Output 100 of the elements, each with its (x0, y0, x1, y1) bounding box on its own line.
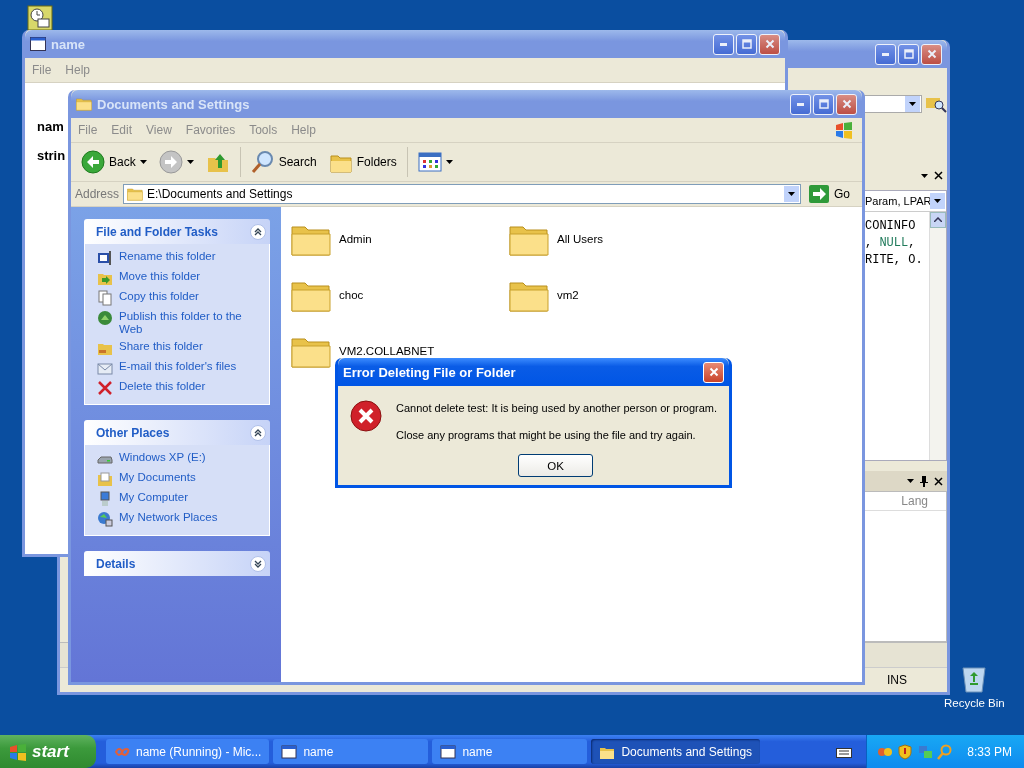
task-link[interactable]: My Documents (119, 471, 196, 484)
shield-icon[interactable] (897, 743, 914, 760)
folder-name[interactable]: All Users (557, 233, 603, 245)
taskbar-button[interactable]: name (432, 739, 588, 764)
caret-icon (139, 160, 147, 164)
menu-item[interactable]: Tools (242, 123, 285, 137)
menu-item[interactable]: File (25, 63, 59, 77)
taskbar-button[interactable]: name (Running) - Mic... (106, 739, 270, 764)
folder-name[interactable]: choc (339, 289, 364, 301)
pages-icon (97, 290, 113, 306)
status-text: INS (887, 673, 907, 687)
minimize-button[interactable] (713, 33, 734, 55)
folder-name[interactable]: VM2.COLLABNET (339, 345, 435, 357)
menu-item[interactable]: File (71, 123, 105, 137)
close-button[interactable] (759, 33, 780, 55)
task-link[interactable]: E-mail this folder's files (119, 360, 237, 373)
pin-icon[interactable] (920, 475, 928, 488)
code-line: , NULL, (865, 234, 917, 252)
code-line: RITE, O. (865, 251, 924, 269)
column-header[interactable]: Lang (901, 494, 928, 509)
window-title: name (51, 36, 86, 52)
keyboard-icon[interactable] (836, 745, 853, 758)
dropdown-button[interactable] (905, 95, 920, 112)
maximize-icon (818, 99, 829, 109)
folder-name[interactable]: vm2 (557, 289, 579, 301)
close-icon (708, 367, 719, 377)
close-icon[interactable] (934, 476, 943, 486)
window-icon (30, 37, 46, 51)
task-link[interactable]: Rename this folder (119, 250, 216, 263)
collapse-chevron-icon[interactable] (250, 424, 266, 441)
task-link[interactable]: Copy this folder (119, 290, 199, 303)
desktop-icon-label[interactable]: Recycle Bin (944, 697, 1005, 709)
address-field[interactable]: E:\Documents and Settings (123, 184, 801, 204)
hint-text: Close any programs that might be using the file and try again. (396, 429, 697, 441)
caret-icon (909, 101, 916, 106)
windows-logo-icon (834, 121, 854, 139)
menu-item[interactable]: Edit (104, 123, 140, 137)
combo-field[interactable] (864, 94, 922, 113)
label-text: nam (37, 119, 64, 134)
envelope-icon (97, 360, 113, 376)
close-button[interactable] (921, 43, 942, 65)
caret-icon (186, 160, 194, 164)
error-message: Cannot delete test: It is being used by another person or program. (396, 402, 718, 414)
close-icon[interactable] (934, 171, 943, 181)
folders-button[interactable]: Folders (324, 148, 401, 176)
task-link[interactable]: My Network Places (119, 511, 218, 524)
caret-icon (921, 173, 928, 178)
menu-item[interactable]: Help (58, 63, 98, 77)
expand-chevron-icon[interactable] (250, 555, 266, 572)
task-link[interactable]: Windows XP (E:) (119, 451, 206, 464)
close-button[interactable] (703, 361, 724, 383)
folder-icon (127, 187, 144, 201)
shortcut-icon[interactable] (27, 5, 53, 31)
maximize-icon (903, 49, 914, 59)
globe-icon (97, 310, 113, 326)
folder-name[interactable]: Admin (339, 233, 372, 245)
dialog-title: Error Deleting File or Folder (343, 364, 517, 380)
task-link[interactable]: Move this folder (119, 270, 201, 283)
dropdown-button[interactable] (784, 186, 799, 202)
views-icon (417, 150, 442, 174)
windows-logo-icon (8, 742, 28, 761)
label-text: strin (37, 148, 66, 163)
globe-computer-icon (97, 511, 113, 527)
close-icon (841, 99, 852, 109)
maximize-button[interactable] (813, 93, 834, 115)
close-icon (764, 39, 775, 49)
minimize-icon (882, 52, 889, 56)
minimize-icon (720, 42, 727, 46)
cross-icon (97, 380, 113, 396)
window-icon (440, 743, 457, 760)
minimize-button[interactable] (875, 43, 896, 65)
dropdown-button[interactable] (930, 192, 945, 209)
task-link[interactable]: Publish this folder to the Web (119, 310, 261, 336)
scrollbar[interactable] (929, 211, 946, 461)
menu-item[interactable]: View (139, 123, 179, 137)
go-button[interactable]: Go (805, 185, 858, 203)
collapse-chevron-icon[interactable] (250, 223, 266, 240)
maximize-button[interactable] (736, 33, 757, 55)
ok-button[interactable]: OK (518, 454, 593, 477)
back-button[interactable]: Back (77, 148, 151, 176)
task-link[interactable]: My Computer (119, 491, 189, 504)
folder-icon (97, 471, 113, 487)
taskbar-button[interactable]: name (273, 739, 429, 764)
task-link[interactable]: Share this folder (119, 340, 203, 353)
panel-title[interactable]: Details (96, 556, 136, 571)
caret-icon (934, 198, 941, 203)
window-title: Documents and Settings (97, 96, 251, 112)
search-button[interactable]: Search (246, 148, 321, 176)
menu-item[interactable]: Favorites (178, 123, 243, 137)
caret-icon (907, 479, 914, 484)
clock[interactable]: 8:33 PM (967, 744, 1012, 759)
task-link[interactable]: Delete this folder (119, 380, 206, 393)
start-button[interactable]: start (0, 735, 96, 768)
menu-item[interactable]: Help (284, 123, 323, 137)
close-button[interactable] (836, 93, 857, 115)
taskbar-button[interactable]: Documents and Settings (591, 739, 761, 764)
minimize-button[interactable] (790, 93, 811, 115)
close-icon (926, 49, 937, 59)
maximize-button[interactable] (898, 43, 919, 65)
caret-icon (788, 192, 795, 196)
